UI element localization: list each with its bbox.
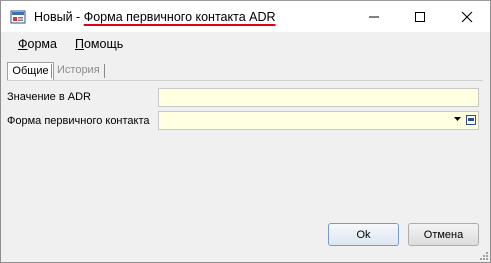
- adr-value-label: Значение в ADR: [7, 91, 91, 103]
- contact-form-label: Форма первичного контакта: [7, 115, 150, 127]
- close-button[interactable]: [444, 1, 490, 32]
- ok-button[interactable]: Ok: [328, 223, 399, 246]
- tab-divider: [51, 64, 52, 78]
- dropdown-arrow-icon[interactable]: [454, 117, 461, 121]
- close-icon: [461, 11, 473, 23]
- contact-form-select[interactable]: [158, 111, 479, 130]
- tab-general[interactable]: Общие: [7, 62, 54, 80]
- menu-help-rest: омощь: [83, 37, 124, 51]
- menu-help-accel: П: [75, 37, 84, 51]
- minimize-button[interactable]: [351, 1, 397, 32]
- menu-forma-accel: Ф: [18, 37, 28, 51]
- cancel-button[interactable]: Отмена: [408, 223, 479, 246]
- lookup-button-icon[interactable]: [466, 115, 476, 125]
- app-icon: [10, 10, 26, 24]
- menu-help[interactable]: Помощь: [75, 37, 123, 52]
- title-prefix: Новый -: [34, 10, 84, 24]
- maximize-button[interactable]: [397, 1, 443, 32]
- title-bar[interactable]: Новый - Форма первичного контакта ADR: [1, 1, 490, 32]
- adr-value-input[interactable]: [158, 88, 479, 107]
- menu-bar: Форма Помощь: [1, 32, 490, 56]
- minimize-icon: [369, 16, 379, 18]
- dialog-window: Новый - Форма первичного контакта ADR Фо…: [0, 0, 491, 263]
- tab-history[interactable]: История: [55, 62, 100, 79]
- menu-forma-rest: орма: [27, 37, 57, 51]
- tab-baseline: [7, 80, 483, 81]
- window-title: Новый - Форма первичного контакта ADR: [34, 9, 276, 25]
- tab-divider: [104, 64, 105, 78]
- menu-forma[interactable]: Форма: [18, 37, 57, 52]
- maximize-icon: [415, 12, 425, 22]
- title-form-name: Форма первичного контакта ADR: [83, 10, 276, 24]
- resize-grip-icon[interactable]: [479, 251, 489, 261]
